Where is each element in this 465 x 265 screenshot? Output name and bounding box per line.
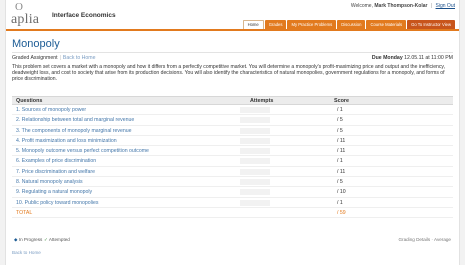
table-row: 3. The components of monopoly marginal r… [12,126,453,136]
questions-table: Questions Attempts Score 1. Sources of m… [12,96,453,219]
table-row: 10. Public policy toward monopolies / 1 [12,198,453,208]
table-body: 1. Sources of monopoly power / 1 2. Relati… [12,105,453,219]
due-label: Due Monday [371,55,403,61]
legend-in-progress: ◆ In Progress [14,237,42,243]
score-cell: / 10 [337,189,346,196]
total-label: TOTAL [16,209,33,216]
score-cell: / 11 [337,137,346,144]
table-row: 4. Profit maximization and loss minimiza… [12,136,453,147]
right-margin [459,0,465,265]
assignment-meta: Graded Assignment | Back to Home Due Monda… [12,52,453,61]
score-cell: / 5 [337,117,343,124]
logo-text: aplia [11,12,40,27]
question-link[interactable]: 3. The components of monopoly marginal r… [16,128,132,134]
sign-out-link[interactable]: Sign Out [436,3,455,9]
tab-course-materials[interactable]: Course Materials [366,20,407,29]
page-title: Monopoly [12,38,60,50]
question-link[interactable]: 7. Price discrimination and welfare [16,169,95,175]
assignment-type: Graded Assignment [12,55,58,61]
question-link[interactable]: 8. Natural monopoly analysis [16,179,83,185]
question-link[interactable]: 2. Relationship between total and margin… [16,117,134,123]
course-name: Interface Economics [52,12,116,19]
score-cell: / 5 [337,127,343,134]
table-row: 9. Regulating a natural monopoly / 10 [12,187,453,198]
header: O aplia Interface Economics Welcome, Mar… [6,0,459,31]
legend-in-progress-label: In Progress [18,237,43,242]
legend-attempted: ✓ Attempted [44,237,70,243]
question-link[interactable]: 5. Monopoly outcome versus perfect compe… [16,148,149,154]
checkmark-icon: ✓ [44,237,48,242]
attempts-cell [240,189,270,196]
attempts-cell [240,117,270,124]
header-attempts: Attempts [250,98,274,104]
in-progress-icon: ◆ [14,237,18,242]
score-cell: / 1 [337,107,343,113]
table-row: 1. Sources of monopoly power / 1 [12,105,453,116]
nav-tabs: Home Grades My Practice Problems Discuss… [242,20,455,29]
question-link[interactable]: 6. Examples of price discrimination [16,158,96,164]
tab-home[interactable]: Home [242,20,264,29]
table-row: 2. Relationship between total and margin… [12,115,453,126]
score-cell: / 11 [337,168,346,175]
welcome-prefix: Welcome, [350,3,373,9]
meta-separator: | [59,55,61,61]
tab-discussion[interactable]: Discussion [337,20,366,29]
score-cell: / 1 [337,199,343,206]
header-divider [6,29,459,31]
score-cell: / 1 [337,158,343,165]
table-row: 6. Examples of price discrimination / 1 [12,156,453,167]
tab-instructor-view[interactable]: Go To Instructor View [407,20,455,29]
grading-details-link[interactable]: Grading Details · Average [398,237,451,242]
score-cell: / 5 [337,179,343,186]
attempts-cell [240,127,270,134]
aplia-logo[interactable]: O aplia [11,2,45,28]
attempts-cell [240,179,270,186]
header-questions: Questions [16,98,43,104]
attempts-cell [240,107,270,113]
welcome-bar: Welcome, Mark Thompson-Kolar | Sign Out [351,3,455,9]
table-row: 5. Monopoly outcome versus perfect compe… [12,146,453,157]
table-row: 7. Price discrimination and welfare / 11 [12,167,453,178]
attempts-cell [240,168,270,175]
question-link[interactable]: 9. Regulating a natural monopoly [16,189,92,195]
question-link[interactable]: 10. Public policy toward monopolies [16,200,98,206]
assignment-type-row: Graded Assignment | Back to Home [12,55,96,61]
header-score: Score [334,98,349,104]
welcome-separator: | [430,3,433,9]
tab-grades[interactable]: Grades [264,20,287,29]
due-date: Due Monday 12.05.11 at 11:00 PM [372,55,453,61]
table-total-row: TOTAL / 59 [12,208,453,219]
attempts-cell [240,199,270,206]
user-name: Mark Thompson-Kolar [374,3,428,9]
question-link[interactable]: 1. Sources of monopoly power [16,107,86,113]
back-to-home-bottom-link[interactable]: Back to Home [12,250,41,255]
assignment-description: This problem set covers a market with a … [12,64,446,83]
back-to-home-link[interactable]: Back to Home [63,55,96,61]
due-value: 12.05.11 at 11:00 PM [404,55,453,61]
question-link[interactable]: 4. Profit maximization and loss minimiza… [16,138,117,144]
table-row: 8. Natural monopoly analysis / 5 [12,177,453,188]
attempts-cell [240,158,270,165]
total-score: / 59 [337,209,346,216]
page-frame: O aplia Interface Economics Welcome, Mar… [6,0,459,265]
legend-attempted-label: Attempted [48,237,70,242]
attempts-cell [240,148,270,155]
tab-practice-problems[interactable]: My Practice Problems [287,20,337,29]
score-cell: / 11 [337,148,346,155]
table-header: Questions Attempts Score [12,96,453,105]
attempts-cell [240,137,270,144]
legend: ◆ In Progress ✓ Attempted Grading Detail… [12,237,453,245]
